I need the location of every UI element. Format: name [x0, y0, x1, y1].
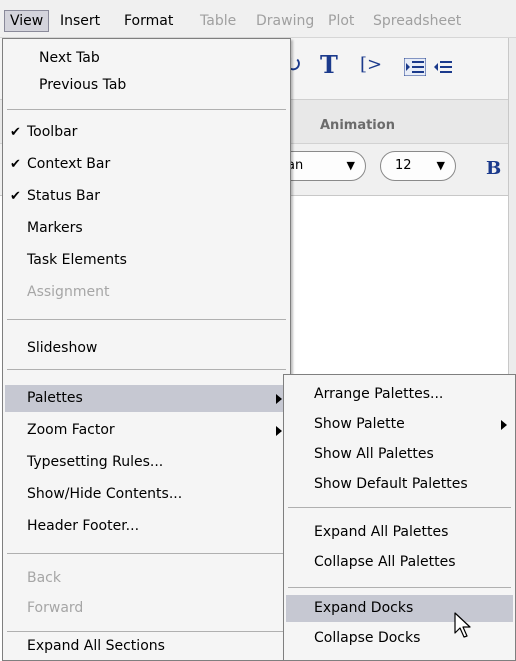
menu-item-expand-docks[interactable]: Expand Docks — [286, 595, 513, 622]
menu-item-assignment: Assignment — [5, 279, 288, 306]
chevron-down-icon: ▼ — [346, 159, 355, 172]
indent-icon[interactable] — [404, 58, 426, 76]
menu-item-label: Palettes — [27, 390, 83, 406]
checkmark-icon: ✔ — [10, 189, 21, 204]
font-size-value: 12 — [395, 158, 412, 173]
menu-separator — [7, 369, 286, 370]
menu-bar: View Insert Format Table Drawing Plot Sp… — [0, 0, 516, 38]
menu-item-task-elements[interactable]: Task Elements — [5, 247, 288, 274]
menu-item-back: Back — [5, 565, 288, 592]
menu-item-context-bar[interactable]: ✔ Context Bar — [5, 151, 288, 178]
chevron-down-icon: ▼ — [436, 159, 445, 172]
menu-separator — [288, 507, 511, 508]
checkmark-icon: ✔ — [10, 125, 21, 140]
bold-button[interactable]: B — [486, 158, 501, 179]
palettes-submenu: Arrange Palettes... Show Palette Show Al… — [283, 374, 516, 661]
font-size-select[interactable]: 12 ▼ — [380, 151, 456, 181]
menu-spreadsheet[interactable]: Spreadsheet — [373, 10, 508, 32]
menu-item-show-hide-contents[interactable]: Show/Hide Contents... — [5, 481, 288, 508]
text-mode-icon[interactable]: T — [320, 50, 338, 79]
menu-item-label: Header Footer... — [27, 518, 140, 534]
menu-item-label: Expand Docks — [314, 600, 414, 616]
menu-separator — [288, 587, 511, 588]
math-mode-icon[interactable]: [> — [360, 54, 382, 75]
menu-item-next-tab[interactable]: Next Tab — [5, 45, 288, 72]
menu-item-expand-all-sections[interactable]: Expand All Sections — [5, 633, 288, 660]
menu-item-label: Expand All Sections — [27, 638, 165, 654]
menu-item-label: Collapse All Palettes — [314, 554, 456, 570]
menu-item-label: Typesetting Rules... — [27, 454, 164, 470]
menu-item-palettes[interactable]: Palettes — [5, 385, 288, 412]
menu-item-slideshow[interactable]: Slideshow — [5, 335, 288, 362]
menu-item-label: Toolbar — [27, 124, 78, 140]
menu-item-label: Expand All Palettes — [314, 524, 449, 540]
menu-item-label: Forward — [27, 600, 84, 616]
menu-item-toolbar[interactable]: ✔ Toolbar — [5, 119, 288, 146]
menu-separator — [7, 109, 286, 110]
submenu-arrow-icon — [276, 394, 282, 404]
submenu-arrow-icon — [501, 420, 507, 430]
menu-item-label: Collapse Docks — [314, 630, 421, 646]
view-menu: Next Tab Previous Tab ✔ Toolbar ✔ Contex… — [2, 38, 291, 661]
menu-item-markers[interactable]: Markers — [5, 215, 288, 242]
menu-insert[interactable]: Insert — [60, 10, 100, 32]
menu-item-show-all-palettes[interactable]: Show All Palettes — [286, 441, 513, 468]
outdent-icon[interactable] — [432, 58, 454, 76]
menu-separator — [7, 319, 286, 320]
menu-item-label: Show Palette — [314, 416, 405, 432]
menu-item-label: Slideshow — [27, 340, 98, 356]
menu-item-label: Zoom Factor — [27, 422, 115, 438]
menu-item-label: Previous Tab — [39, 77, 127, 93]
menu-item-arrange-palettes[interactable]: Arrange Palettes... — [286, 381, 513, 408]
menu-item-label: Next Tab — [39, 50, 100, 66]
menu-item-label: Context Bar — [27, 156, 111, 172]
menu-item-show-palette[interactable]: Show Palette — [286, 411, 513, 438]
menu-separator — [7, 553, 286, 554]
menu-item-label: Markers — [27, 220, 83, 236]
menu-item-label: Show/Hide Contents... — [27, 486, 183, 502]
menu-item-previous-tab[interactable]: Previous Tab — [5, 72, 288, 99]
menu-item-zoom-factor[interactable]: Zoom Factor — [5, 417, 288, 444]
menu-item-forward: Forward — [5, 595, 288, 622]
menu-item-label: Back — [27, 570, 61, 586]
menu-plot[interactable]: Plot — [328, 10, 354, 32]
menu-item-label: Task Elements — [27, 252, 127, 268]
menu-format[interactable]: Format — [124, 10, 173, 32]
menu-view[interactable]: View — [4, 10, 50, 32]
menu-item-label: Assignment — [27, 284, 110, 300]
menu-item-show-default-palettes[interactable]: Show Default Palettes — [286, 471, 513, 498]
menu-item-collapse-docks[interactable]: Collapse Docks — [286, 625, 513, 652]
submenu-arrow-icon — [276, 426, 282, 436]
checkmark-icon: ✔ — [10, 157, 21, 172]
mouse-pointer-icon — [454, 612, 471, 638]
context-bar-title: Animation — [320, 118, 395, 133]
menu-item-typesetting-rules[interactable]: Typesetting Rules... — [5, 449, 288, 476]
menu-drawing[interactable]: Drawing — [256, 10, 314, 32]
menu-item-expand-all-palettes[interactable]: Expand All Palettes — [286, 519, 513, 546]
menu-item-label: Status Bar — [27, 188, 101, 204]
menu-item-collapse-all-palettes[interactable]: Collapse All Palettes — [286, 549, 513, 576]
menu-item-label: Show All Palettes — [314, 446, 434, 462]
menu-item-header-footer[interactable]: Header Footer... — [5, 513, 288, 540]
menu-item-label: Show Default Palettes — [314, 476, 468, 492]
menu-separator — [7, 631, 286, 632]
menu-table[interactable]: Table — [200, 10, 236, 32]
menu-item-label: Arrange Palettes... — [314, 386, 444, 402]
menu-item-status-bar[interactable]: ✔ Status Bar — [5, 183, 288, 210]
